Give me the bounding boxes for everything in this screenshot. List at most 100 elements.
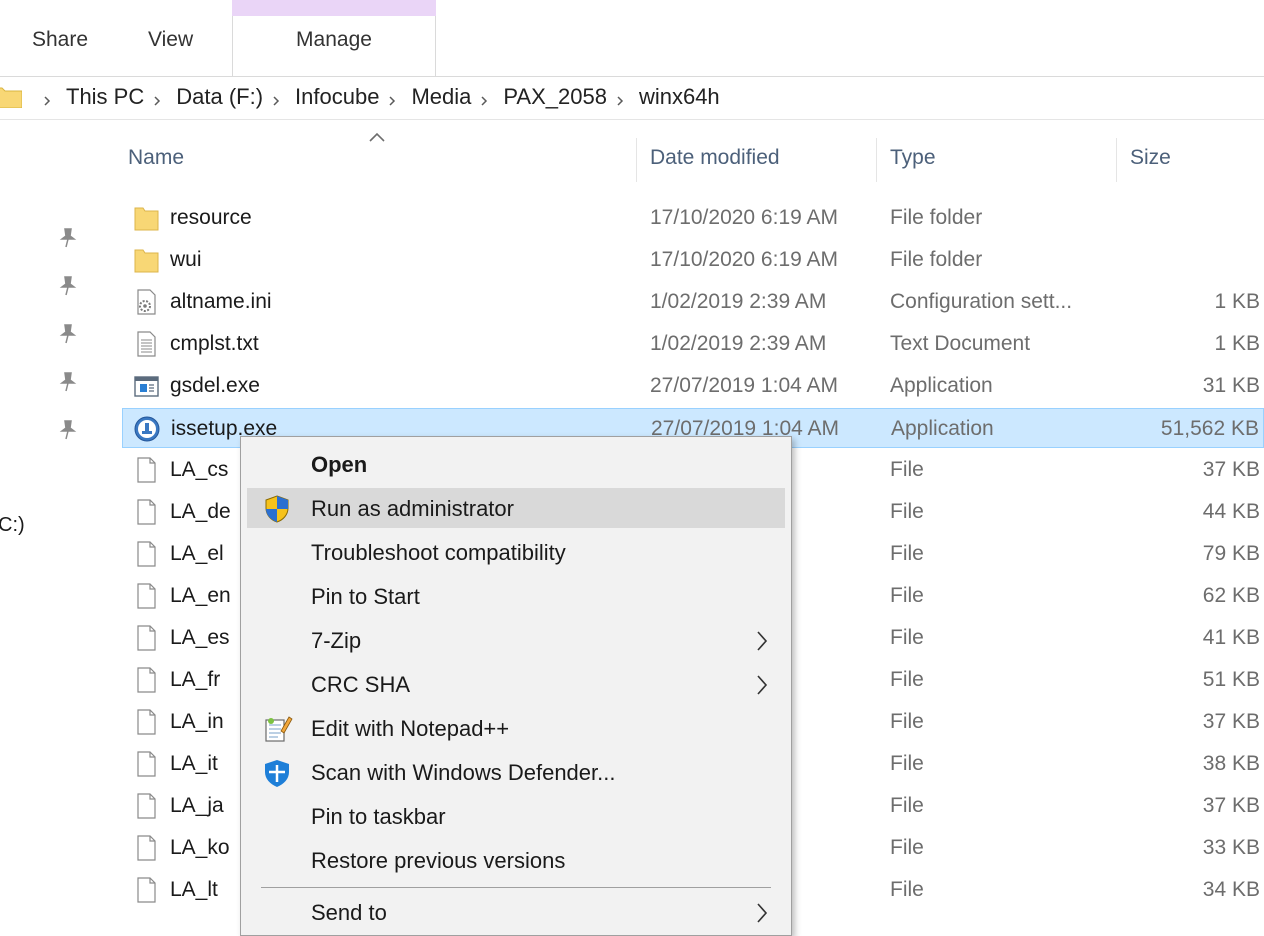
folder-icon [132,203,160,233]
file-type: File [890,836,924,859]
blank-file-icon [132,833,160,863]
column-header-size[interactable]: Size [1130,146,1171,170]
file-size: 51 KB [1202,668,1260,691]
menu-item-send-to[interactable]: Send to [247,892,785,932]
file-name: LA_fr [170,668,221,691]
menu-item-label: Run as administrator [311,496,514,521]
uac-shield-icon [261,493,293,525]
file-size: 1 KB [1214,290,1260,313]
file-name: LA_en [170,584,231,607]
menu-item-label: Scan with Windows Defender... [311,760,616,785]
file-size: 1 KB [1214,332,1260,355]
breadcrumb-item[interactable]: PAX_2058 [503,84,607,110]
breadcrumb-item[interactable]: Data (F:) [176,84,263,110]
file-row[interactable]: altname.ini 1/02/2019 2:39 AM Configuratio… [122,282,1264,322]
address-bar[interactable]: This PC Data (F:) Infocube Media PAX_2058 win… [0,77,1264,120]
blank-file-icon [132,455,160,485]
installer-icon [133,414,161,444]
menu-item-label: Troubleshoot compatibility [311,540,566,565]
file-type: File folder [890,206,983,229]
tab-manage-label: Manage [296,28,372,51]
chevron-right-icon[interactable] [271,93,281,106]
file-size: 41 KB [1202,626,1260,649]
column-divider[interactable] [876,138,877,182]
file-size: 62 KB [1202,584,1260,607]
pin-icon[interactable] [56,370,80,394]
text-file-icon [132,329,160,359]
navigation-pane[interactable]: C:) [0,120,92,920]
file-type: File [890,458,924,481]
column-divider[interactable] [636,138,637,182]
ribbon: Share View Manage [0,0,1264,77]
menu-item-open[interactable]: Open [247,444,785,484]
menu-separator [261,887,771,888]
file-name: altname.ini [170,290,272,313]
file-type: File [890,752,924,775]
file-name: LA_cs [170,458,229,481]
file-size: 51,562 KB [1160,417,1259,440]
file-type: File [890,500,924,523]
menu-item-run-as-administrator[interactable]: Run as administrator [247,488,785,528]
blank-file-icon [132,707,160,737]
file-type: File [890,542,924,565]
file-name: LA_lt [170,878,218,901]
column-header-date-modified[interactable]: Date modified [650,146,780,170]
submenu-arrow-icon [755,630,769,652]
menu-item-pin-to-taskbar[interactable]: Pin to taskbar [247,796,785,836]
chevron-right-icon[interactable] [615,93,625,106]
context-menu: Open Run as administrator Troubleshoot com… [240,436,792,936]
breadcrumb-item[interactable]: Infocube [295,84,379,110]
pin-icon[interactable] [56,418,80,442]
file-type: Application [891,417,994,440]
breadcrumb-item[interactable]: Media [411,84,471,110]
breadcrumb-item[interactable]: winx64h [639,84,720,110]
chevron-right-icon[interactable] [479,93,489,106]
menu-item-restore-previous-versions[interactable]: Restore previous versions [247,840,785,880]
file-type: File folder [890,248,983,271]
chevron-right-icon[interactable] [387,93,397,106]
sort-ascending-icon [369,132,385,142]
pin-icon[interactable] [56,274,80,298]
file-size: 44 KB [1202,500,1260,523]
file-row[interactable]: wui 17/10/2020 6:19 AM File folder [122,240,1264,280]
menu-item-label: Pin to Start [311,584,420,609]
chevron-right-icon[interactable] [42,93,52,106]
config-file-icon [132,287,160,317]
file-size: 37 KB [1202,710,1260,733]
chevron-right-icon[interactable] [152,93,162,106]
column-header-type[interactable]: Type [890,146,936,170]
file-row[interactable]: cmplst.txt 1/02/2019 2:39 AM Text Document… [122,324,1264,364]
menu-item-edit-with-notepad[interactable]: Edit with Notepad++ [247,708,785,748]
file-row[interactable]: resource 17/10/2020 6:19 AM File folder [122,198,1264,238]
menu-item-7-zip[interactable]: 7-Zip [247,620,785,660]
tab-share[interactable]: Share [32,28,88,52]
file-row[interactable]: gsdel.exe 27/07/2019 1:04 AM Application 31… [122,366,1264,406]
file-name: LA_ko [170,836,230,859]
file-size: 31 KB [1202,374,1260,397]
menu-item-label: Open [311,452,368,477]
menu-item-troubleshoot-compatibility[interactable]: Troubleshoot compatibility [247,532,785,572]
breadcrumb-item[interactable]: This PC [66,84,144,110]
file-type: File [890,710,924,733]
nav-item-drive-c[interactable]: C:) [0,514,25,537]
menu-item-pin-to-start[interactable]: Pin to Start [247,576,785,616]
column-header-name[interactable]: Name [128,146,184,170]
menu-item-scan-with-windows-defender[interactable]: Scan with Windows Defender... [247,752,785,792]
file-size: 37 KB [1202,794,1260,817]
blank-file-icon [132,665,160,695]
file-name: LA_it [170,752,218,775]
menu-item-label: Edit with Notepad++ [311,716,510,741]
pin-icon[interactable] [56,226,80,250]
tab-view[interactable]: View [148,28,193,52]
file-type: Application [890,374,993,397]
notepad-plus-plus-icon [261,713,293,745]
file-name: LA_in [170,710,224,733]
file-type: Text Document [890,332,1031,355]
column-divider[interactable] [1116,138,1117,182]
pin-icon[interactable] [56,322,80,346]
menu-item-crc-sha[interactable]: CRC SHA [247,664,785,704]
menu-item-label: Pin to taskbar [311,804,446,829]
tab-manage[interactable]: Manage [232,16,436,76]
file-date: 27/07/2019 1:04 AM [650,374,838,397]
file-name: gsdel.exe [170,374,260,397]
